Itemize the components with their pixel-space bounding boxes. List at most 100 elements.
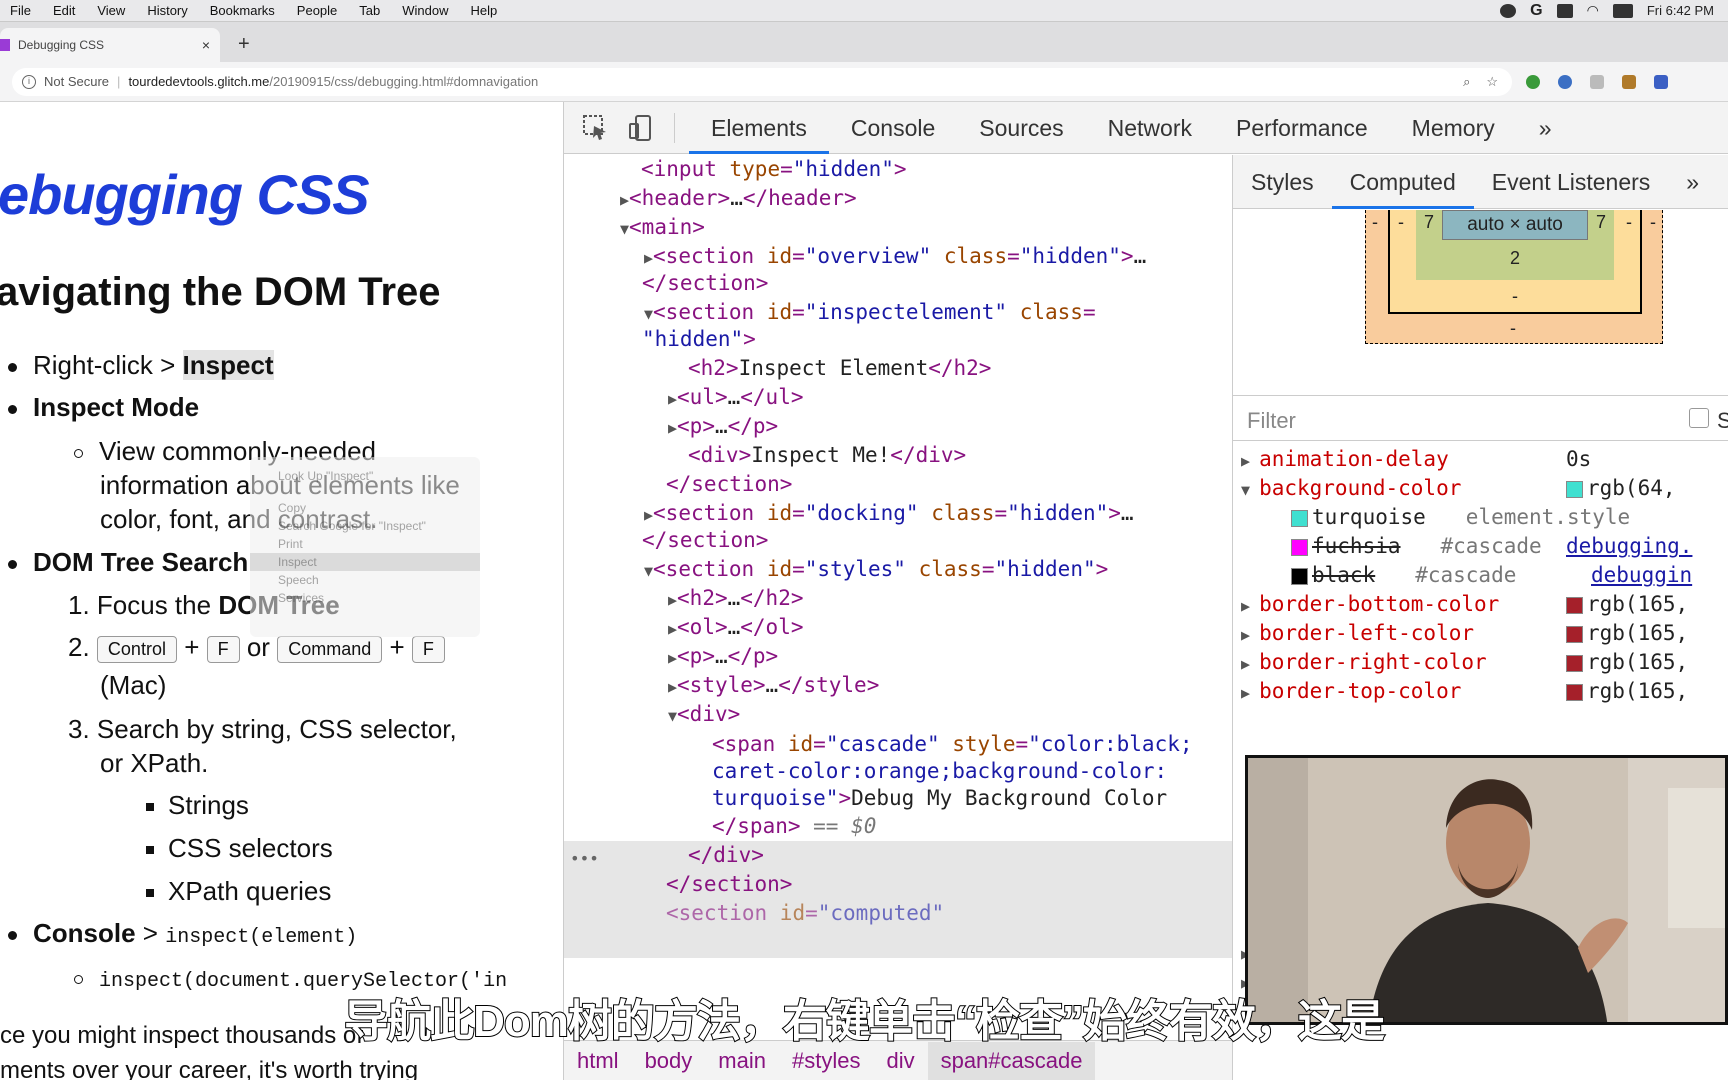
device-toolbar-icon[interactable] — [628, 114, 656, 142]
computed-row[interactable]: ▶ border-left-color — [1241, 619, 1474, 650]
dom-node[interactable]: ▶<h2>…</h2> — [668, 584, 803, 615]
filter-input[interactable]: Filter S — [1233, 395, 1728, 441]
context-item-lookup[interactable]: Look Up "Inspect" — [250, 467, 480, 485]
bookmark-star-icon[interactable]: ☆ — [1486, 74, 1498, 90]
dom-node[interactable]: <div>Inspect Me!</div> — [688, 441, 966, 470]
tab-console[interactable]: Console — [829, 102, 957, 154]
dom-node[interactable]: ▶<p>…</p> — [668, 642, 778, 673]
menu-people[interactable]: People — [297, 3, 337, 18]
extension-blue-icon[interactable] — [1558, 74, 1572, 89]
extension-shield-icon[interactable] — [1654, 74, 1668, 89]
tab-close-icon[interactable]: × — [202, 37, 210, 53]
context-item-services[interactable]: Services — [250, 589, 480, 607]
source-link[interactable]: debugging. — [1566, 532, 1692, 561]
address-bar[interactable]: i Not Secure | tourdedevtools.glitch.me/… — [12, 67, 1512, 96]
dom-node[interactable]: ▼<section id="styles" class="hidden"> — [644, 555, 1108, 586]
computed-row[interactable]: ▶ border-top-color — [1241, 677, 1461, 708]
dom-node[interactable]: ▶<p>…</p> — [668, 412, 778, 443]
context-item-print[interactable]: Print — [250, 535, 480, 553]
computed-row[interactable]: ▶ border-bottom-color — [1241, 590, 1499, 621]
selected-dom-node[interactable]: <span id="cascade" style="color:black; — [712, 730, 1193, 759]
dom-node: </section> — [666, 872, 793, 896]
extension-grey-icon[interactable] — [1590, 74, 1604, 89]
crumb-html[interactable]: html — [564, 1048, 632, 1074]
tab-network[interactable]: Network — [1086, 102, 1214, 154]
tab-memory[interactable]: Memory — [1390, 102, 1517, 154]
crumb-styles[interactable]: #styles — [779, 1048, 873, 1074]
menu-edit[interactable]: Edit — [53, 3, 75, 18]
tab-computed[interactable]: Computed — [1331, 155, 1474, 209]
source-link[interactable]: debuggin — [1591, 561, 1692, 590]
tab-elements[interactable]: Elements — [689, 102, 829, 154]
color-swatch[interactable] — [1291, 567, 1308, 585]
crumb-div[interactable]: div — [873, 1048, 927, 1074]
color-swatch[interactable] — [1566, 625, 1583, 643]
cascade-row: fuchsia #cascade — [1291, 532, 1542, 561]
menu-view[interactable]: View — [97, 3, 125, 18]
more-tabs-icon[interactable]: » — [1517, 102, 1574, 154]
google-icon[interactable]: G — [1530, 2, 1542, 20]
context-item-inspect[interactable]: Inspect — [250, 553, 480, 571]
tab-sources[interactable]: Sources — [957, 102, 1085, 154]
wifi-icon[interactable]: ◠ — [1587, 2, 1599, 19]
inspect-element-icon[interactable] — [582, 114, 610, 142]
info-icon[interactable]: i — [22, 74, 36, 89]
computed-row[interactable]: ▶ animation-delay — [1241, 445, 1449, 476]
context-item-copy[interactable]: Copy — [250, 499, 480, 517]
more-sidebar-tabs-icon[interactable]: » — [1668, 155, 1717, 209]
extension-brown-icon[interactable] — [1622, 74, 1636, 89]
context-item-search[interactable]: Search Google for "Inspect" — [250, 517, 480, 535]
tab-event-listeners[interactable]: Event Listeners — [1474, 155, 1669, 209]
border-bottom-value: - — [1512, 286, 1518, 306]
color-swatch[interactable] — [1291, 509, 1308, 527]
dom-node[interactable]: ▶<ol>…</ol> — [668, 613, 803, 644]
browser-tab[interactable]: Debugging CSS × — [0, 28, 220, 62]
dom-node[interactable]: ▼<main> — [620, 213, 705, 244]
box-model-padding: 7 7 2 auto × auto — [1416, 210, 1614, 280]
crumb-body[interactable]: body — [632, 1048, 706, 1074]
tab-performance[interactable]: Performance — [1214, 102, 1390, 154]
url-text[interactable]: tourdedevtools.glitch.me/20190915/css/de… — [128, 74, 538, 89]
dom-node[interactable]: ▼<div> — [668, 700, 740, 731]
property-value-row: rgb(165, — [1566, 619, 1688, 648]
dom-node[interactable]: ▶<ul>…</ul> — [668, 383, 803, 414]
menu-bookmarks[interactable]: Bookmarks — [210, 3, 275, 18]
dom-node[interactable]: <section id="computed" — [666, 899, 944, 928]
computed-row[interactable]: ▼ background-color — [1241, 474, 1461, 505]
dom-node[interactable]: <input type="hidden"> — [641, 155, 907, 184]
color-swatch[interactable] — [1566, 596, 1583, 614]
color-swatch[interactable] — [1566, 654, 1583, 672]
tab-styles[interactable]: Styles — [1233, 155, 1332, 209]
zoom-icon[interactable]: ⌕ — [1463, 74, 1470, 90]
status-icon[interactable] — [1500, 3, 1517, 18]
node-options-icon[interactable]: ••• — [570, 844, 599, 873]
menu-window[interactable]: Window — [402, 3, 448, 18]
dom-node[interactable]: <h2>Inspect Element</h2> — [688, 354, 991, 383]
crumb-main[interactable]: main — [705, 1048, 779, 1074]
menu-help[interactable]: Help — [471, 3, 498, 18]
menu-tab[interactable]: Tab — [359, 3, 380, 18]
inspect-highlight: Inspect — [182, 350, 274, 380]
clock[interactable]: Fri 6:42 PM — [1647, 3, 1714, 18]
dom-node[interactable]: ▶<header>…</header> — [620, 184, 857, 215]
airplay-icon[interactable] — [1556, 3, 1573, 18]
cascade-value: fuchsia — [1312, 534, 1401, 558]
menu-history[interactable]: History — [147, 3, 187, 18]
menu-file[interactable]: File — [10, 3, 31, 18]
show-all-label: S — [1717, 408, 1728, 434]
selected-dom-node[interactable]: turquoise">Debug My Background Color — [712, 784, 1167, 813]
color-swatch[interactable] — [1566, 683, 1583, 701]
list-text: Inspect Mode — [33, 392, 200, 422]
selected-dom-node[interactable]: caret-color:orange;background-color: — [712, 757, 1167, 786]
battery-icon[interactable] — [1612, 3, 1633, 18]
dom-node[interactable]: ▶<style>…</style> — [668, 671, 879, 702]
new-tab-button[interactable]: + — [238, 33, 250, 56]
show-all-checkbox[interactable] — [1689, 408, 1709, 428]
color-swatch[interactable] — [1566, 480, 1583, 498]
plus-sign: + — [184, 632, 200, 662]
context-item-speech[interactable]: Speech — [250, 571, 480, 589]
computed-row[interactable]: ▶ border-right-color — [1241, 648, 1487, 679]
color-swatch[interactable] — [1291, 538, 1308, 556]
extension-green-icon[interactable] — [1526, 74, 1540, 89]
selected-dom-node[interactable]: </span> == $0 — [712, 812, 876, 841]
